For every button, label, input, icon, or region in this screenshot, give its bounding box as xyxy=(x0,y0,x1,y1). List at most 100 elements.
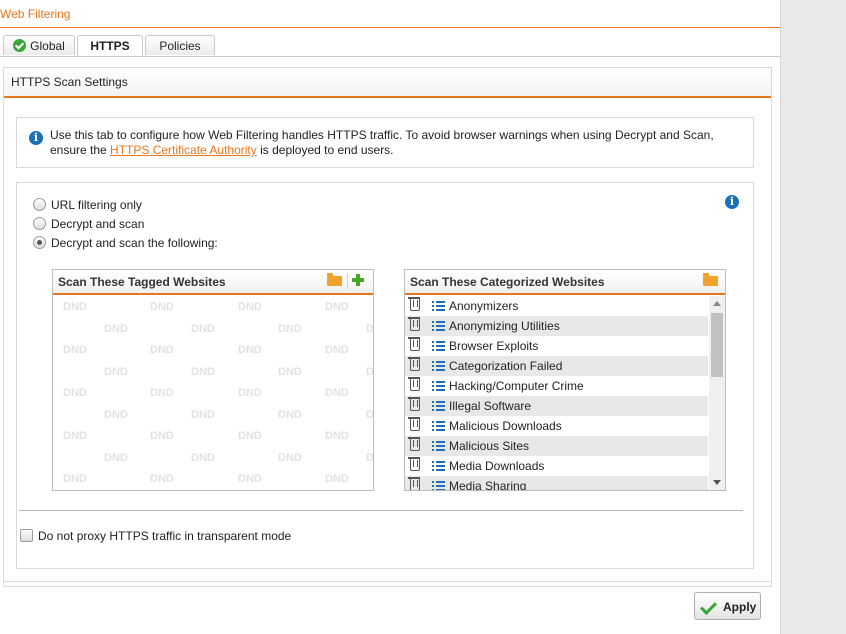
dnd-placeholder: DND xyxy=(63,473,87,485)
tagged-websites-header: Scan These Tagged Websites xyxy=(53,270,373,295)
category-row[interactable]: Illegal Software xyxy=(405,396,708,416)
radio-button-checked[interactable] xyxy=(33,236,46,249)
trash-icon[interactable] xyxy=(408,477,420,490)
dnd-placeholder: DND xyxy=(238,473,262,485)
category-row[interactable]: Media Downloads xyxy=(405,456,708,476)
dnd-placeholder: DND xyxy=(191,322,215,335)
tab-https-label: HTTPS xyxy=(90,39,130,53)
tab-underline xyxy=(0,56,780,57)
tagged-websites-dnd-area[interactable]: DND DND DND DND DND DND DND DND DND DND DND DND DND D… xyxy=(53,296,373,490)
dnd-placeholder: DND xyxy=(238,301,262,313)
dnd-placeholder: DND xyxy=(104,322,128,335)
radio-button[interactable] xyxy=(33,217,46,230)
tab-policies[interactable]: Policies xyxy=(145,35,215,55)
info-text-after: is deployed to end users. xyxy=(256,143,394,157)
folder-icon[interactable] xyxy=(703,273,718,286)
category-label: Media Downloads xyxy=(449,459,545,473)
dnd-placeholder: DND xyxy=(150,473,174,485)
certificate-authority-link[interactable]: HTTPS Certificate Authority xyxy=(110,143,257,157)
category-label: Illegal Software xyxy=(449,399,532,413)
category-row[interactable]: Media Sharing xyxy=(405,476,708,490)
main-content: Web Filtering Global HTTPS Policies HTTP… xyxy=(0,0,781,634)
trash-icon[interactable] xyxy=(408,397,420,411)
dnd-placeholder: DND xyxy=(150,301,174,313)
dnd-placeholder: DND xyxy=(104,408,128,421)
list-icon xyxy=(432,381,445,392)
category-label: Browser Exploits xyxy=(449,339,539,353)
radio-label: Decrypt and scan xyxy=(51,217,145,231)
dnd-placeholder: DND xyxy=(278,322,302,335)
add-icon[interactable] xyxy=(351,273,365,287)
category-row[interactable]: Anonymizers xyxy=(405,296,708,316)
tab-global-label: Global xyxy=(30,39,65,53)
trash-icon[interactable] xyxy=(408,297,420,311)
info-box: i Use this tab to configure how Web Filt… xyxy=(16,117,754,168)
list-icon xyxy=(432,481,445,490)
tagged-websites-title: Scan These Tagged Websites xyxy=(58,275,226,289)
list-icon xyxy=(432,461,445,472)
dnd-placeholder: DND xyxy=(191,408,215,421)
dnd-placeholder: DND xyxy=(325,301,349,313)
dnd-placeholder: DND xyxy=(150,430,174,442)
trash-icon[interactable] xyxy=(408,357,420,371)
category-label: Hacking/Computer Crime xyxy=(449,379,584,393)
panel-title: HTTPS Scan Settings xyxy=(11,75,128,89)
dnd-placeholder: DND xyxy=(238,430,262,442)
tagged-websites-panel: Scan These Tagged Websites DND DND DND DND D… xyxy=(52,269,374,491)
scroll-down-arrow-icon[interactable] xyxy=(713,480,721,485)
category-row[interactable]: Browser Exploits xyxy=(405,336,708,356)
radio-label: Decrypt and scan the following: xyxy=(51,236,218,250)
help-info-icon[interactable]: i xyxy=(725,195,739,209)
category-label: Media Sharing xyxy=(449,479,527,490)
info-icon: i xyxy=(29,131,43,145)
page-title: Web Filtering xyxy=(0,7,71,21)
tab-https[interactable]: HTTPS xyxy=(77,35,143,57)
trash-icon[interactable] xyxy=(408,417,420,431)
category-row[interactable]: Categorization Failed xyxy=(405,356,708,376)
trash-icon[interactable] xyxy=(408,317,420,331)
header-separator xyxy=(347,274,348,289)
dnd-placeholder: DND xyxy=(366,365,373,378)
dnd-placeholder: DND xyxy=(325,430,349,442)
info-text: Use this tab to configure how Web Filter… xyxy=(50,128,750,158)
folder-icon[interactable] xyxy=(327,273,342,286)
transparent-mode-checkbox[interactable] xyxy=(20,529,33,542)
categorized-websites-header: Scan These Categorized Websites xyxy=(405,270,725,295)
panel-header: HTTPS Scan Settings xyxy=(4,68,771,98)
category-label: Anonymizers xyxy=(449,299,519,313)
transparent-mode-label: Do not proxy HTTPS traffic in transparen… xyxy=(38,529,292,543)
trash-icon[interactable] xyxy=(408,337,420,351)
list-icon xyxy=(432,441,445,452)
category-row[interactable]: Malicious Downloads xyxy=(405,416,708,436)
section-divider xyxy=(19,510,743,511)
trash-icon[interactable] xyxy=(408,457,420,471)
radio-button[interactable] xyxy=(33,198,46,211)
dnd-placeholder: DND xyxy=(150,344,174,356)
category-row[interactable]: Hacking/Computer Crime xyxy=(405,376,708,396)
checkmark-icon xyxy=(700,598,717,615)
footer-rule xyxy=(3,581,770,582)
dnd-placeholder: DND xyxy=(238,344,262,356)
dnd-placeholder: DND xyxy=(63,301,87,313)
trash-icon[interactable] xyxy=(408,437,420,451)
dnd-placeholder: DND xyxy=(366,451,373,464)
list-scrollbar[interactable] xyxy=(709,296,725,490)
category-row[interactable]: Anonymizing Utilities xyxy=(405,316,708,336)
dnd-placeholder: DND xyxy=(63,430,87,442)
tab-global[interactable]: Global xyxy=(3,35,75,55)
dnd-placeholder: DND xyxy=(325,344,349,356)
scroll-up-arrow-icon[interactable] xyxy=(713,301,721,306)
dnd-placeholder: DND xyxy=(278,365,302,378)
apply-button[interactable]: Apply xyxy=(694,592,761,620)
dnd-placeholder: DND xyxy=(366,408,373,421)
dnd-placeholder: DND xyxy=(325,473,349,485)
title-rule xyxy=(0,27,780,28)
list-icon xyxy=(432,301,445,312)
category-label: Categorization Failed xyxy=(449,359,563,373)
category-row[interactable]: Malicious Sites xyxy=(405,436,708,456)
list-icon xyxy=(432,341,445,352)
dnd-placeholder: DND xyxy=(191,451,215,464)
scroll-thumb[interactable] xyxy=(711,313,723,377)
categorized-websites-title: Scan These Categorized Websites xyxy=(410,275,605,289)
trash-icon[interactable] xyxy=(408,377,420,391)
